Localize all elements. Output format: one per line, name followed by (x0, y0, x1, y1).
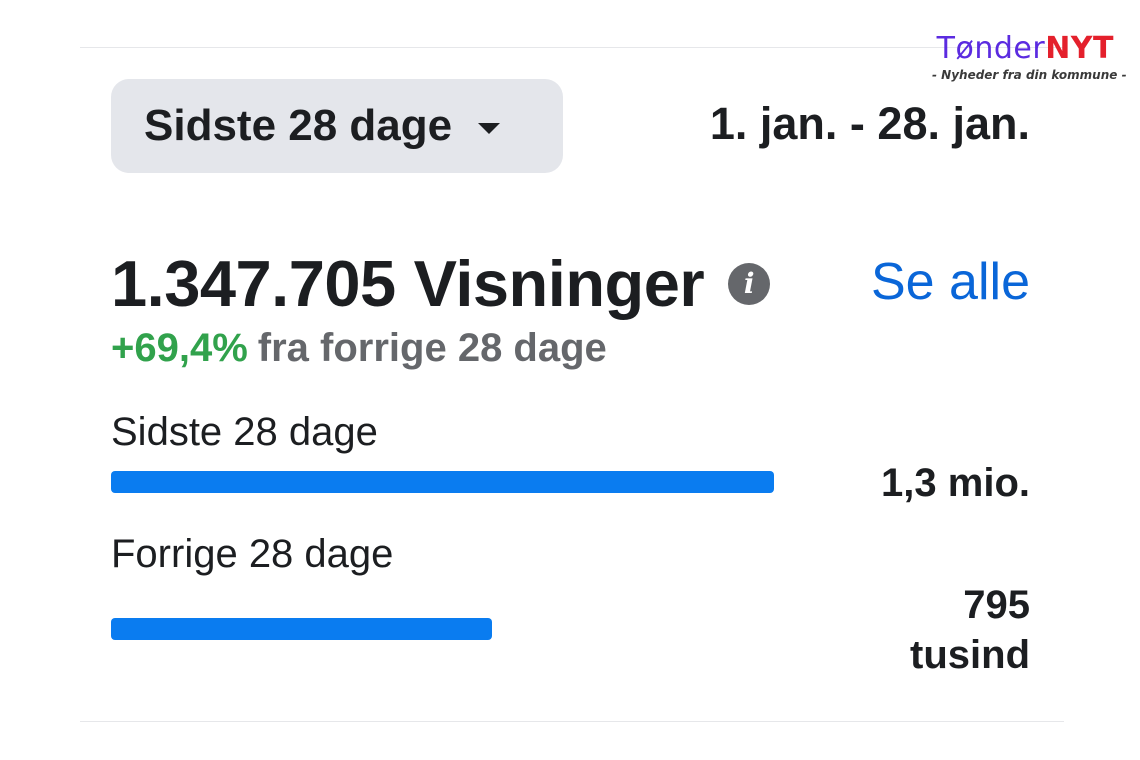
current-period-bar-fill (111, 471, 774, 493)
caret-down-icon (478, 122, 501, 134)
previous-period-bar-fill (111, 618, 492, 640)
current-period-value: 1,3 mio. (881, 458, 1030, 508)
metric-header: 1.347.705 Visninger i (111, 246, 771, 321)
info-icon[interactable]: i (728, 262, 771, 305)
logo-text-tonder: Tønder (936, 31, 1046, 66)
logo-text-nyt: NYT (1045, 31, 1114, 66)
change-description: fra forrige 28 dage (257, 326, 607, 370)
bottom-divider (80, 721, 1064, 722)
change-percentage: +69,4% (111, 326, 248, 370)
tondernyt-watermark: TønderNYT - Nyheder fra din kommune - (932, 32, 1127, 83)
previous-period-label: Forrige 28 dage (111, 532, 394, 576)
see-all-link[interactable]: Se alle (871, 252, 1030, 312)
period-dropdown[interactable]: Sidste 28 dage (111, 79, 563, 173)
previous-period-value-unit: tusind (910, 633, 1030, 677)
current-period-value-text: 1,3 mio. (881, 461, 1030, 505)
current-period-bar (111, 471, 774, 493)
watermark-logo: TønderNYT (932, 32, 1114, 66)
previous-period-bar (111, 618, 774, 640)
period-dropdown-label: Sidste 28 dage (144, 101, 453, 150)
top-divider (80, 47, 1064, 48)
watermark-tagline: - Nyheder fra din kommune - (932, 68, 1127, 82)
previous-period-value-number: 795 (963, 583, 1030, 627)
views-count: 1.347.705 (111, 247, 396, 320)
views-label: Visninger (413, 247, 705, 320)
current-period-label: Sidste 28 dage (111, 410, 378, 454)
change-summary: +69,4% fra forrige 28 dage (111, 326, 607, 371)
date-range: 1. jan. - 28. jan. (709, 98, 1030, 149)
previous-period-value: 795 tusind (910, 580, 1030, 680)
